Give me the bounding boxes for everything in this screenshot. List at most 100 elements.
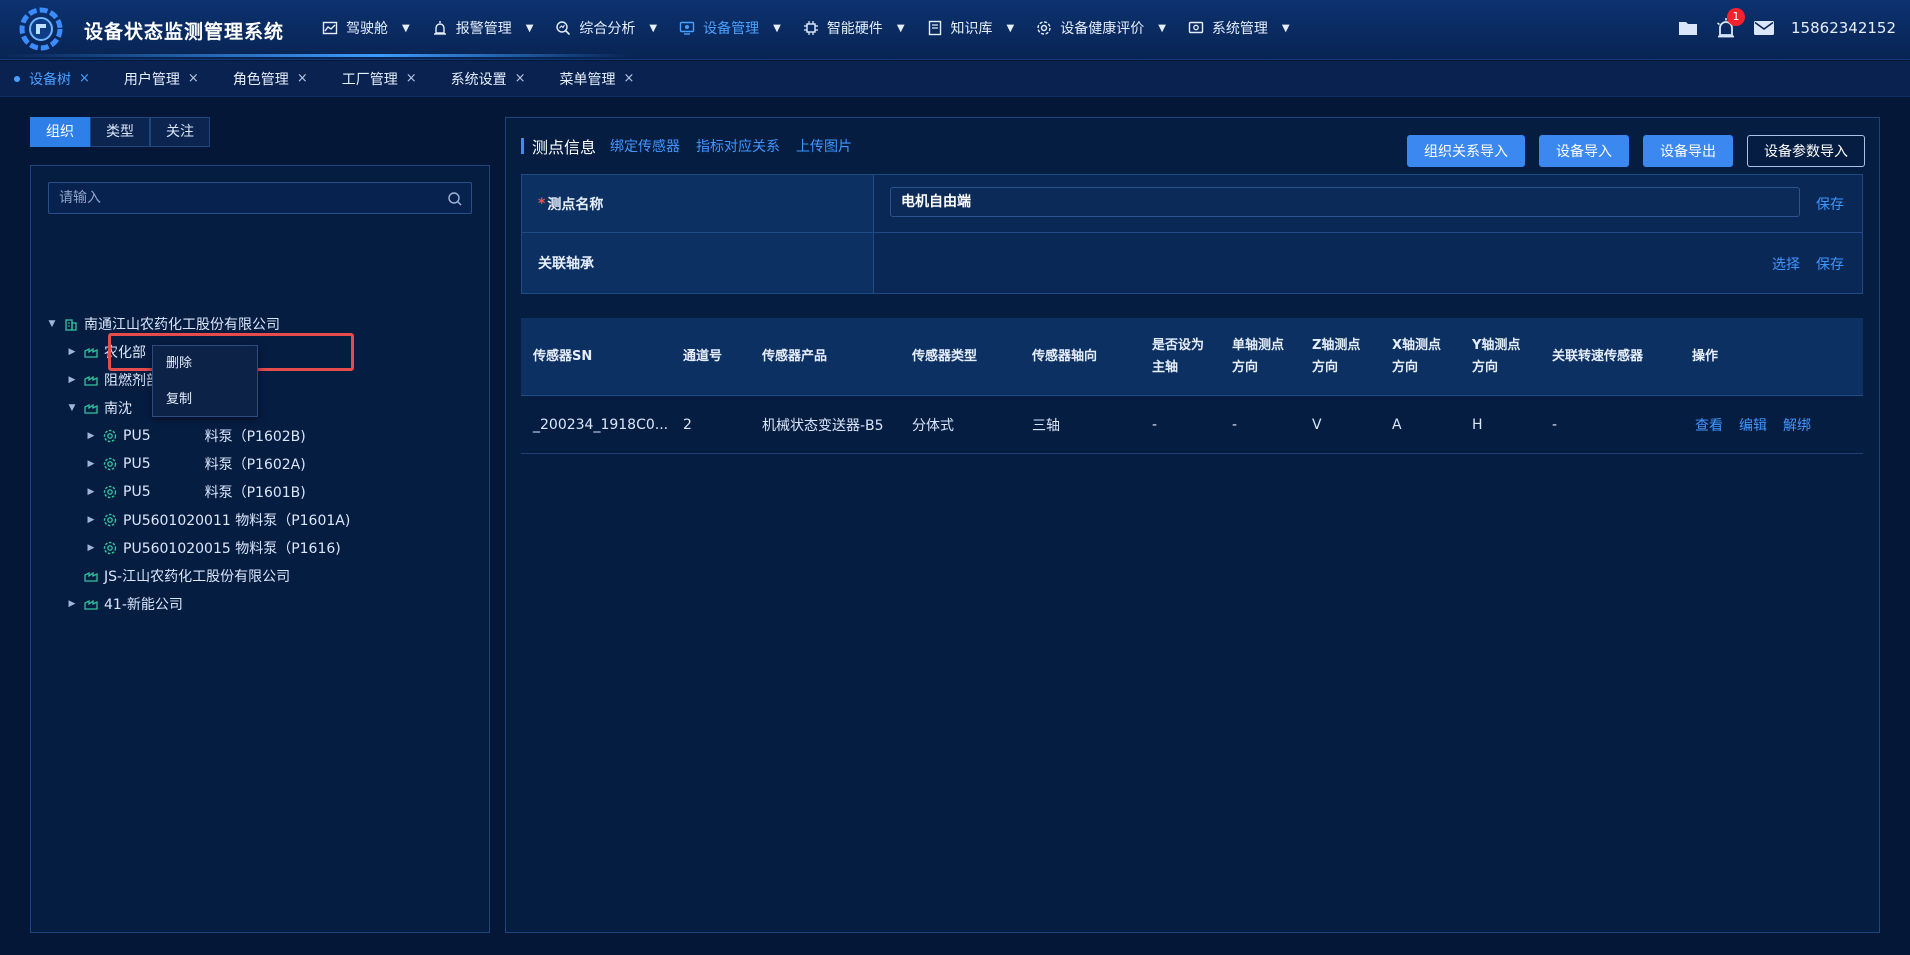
close-icon[interactable]: × bbox=[297, 71, 308, 86]
unbind-button[interactable]: 解绑 bbox=[1783, 415, 1811, 435]
caret-right-icon[interactable]: ▶ bbox=[85, 543, 97, 553]
tree-node-label: PU5601020015 物料泵（P1616) bbox=[123, 541, 341, 557]
nav-item-analysis[interactable]: 综合分析 ▼ bbox=[555, 0, 657, 56]
caret-right-icon[interactable]: ▶ bbox=[85, 431, 97, 441]
close-icon[interactable]: × bbox=[406, 71, 417, 86]
tree-node[interactable]: ▶ PU5601020011 物料泵（P1601A) bbox=[85, 508, 351, 532]
tab-label: 角色管理 bbox=[232, 71, 289, 88]
caret-right-icon[interactable]: ▶ bbox=[66, 375, 78, 385]
tab-bar: 设备树 × 用户管理 × 角色管理 × 工厂管理 × 系统设置 × 菜单管理 × bbox=[0, 61, 1910, 97]
column-header: 关联转速传感器 bbox=[1552, 349, 1644, 364]
nav-item-smart-hardware[interactable]: 智能硬件 ▼ bbox=[803, 0, 905, 56]
factory-icon bbox=[84, 403, 98, 414]
nav-item-alarm[interactable]: 报警管理 ▼ bbox=[432, 0, 534, 56]
mail-icon[interactable] bbox=[1753, 17, 1775, 39]
tree-node[interactable]: ▶ PU5 料泵（P1602A) bbox=[85, 452, 306, 476]
chevron-down-icon: ▼ bbox=[773, 22, 781, 34]
device-gear-icon bbox=[103, 541, 117, 555]
cell-x-axis-dir: A bbox=[1392, 417, 1402, 433]
search-icon[interactable] bbox=[447, 191, 463, 207]
indicator-mapping-link[interactable]: 指标对应关系 bbox=[696, 136, 780, 156]
edit-button[interactable]: 编辑 bbox=[1739, 415, 1767, 435]
folder-icon[interactable] bbox=[1677, 17, 1699, 39]
close-icon[interactable]: × bbox=[515, 71, 526, 86]
column-header: 单轴测点 方向 bbox=[1232, 338, 1285, 375]
tree-search bbox=[48, 182, 472, 214]
select-bearing-button[interactable]: 选择 bbox=[1772, 254, 1800, 274]
caret-right-icon[interactable]: ▶ bbox=[85, 515, 97, 525]
column-header: 传感器轴向 bbox=[1032, 349, 1098, 364]
tab-device-tree[interactable]: 设备树 × bbox=[14, 61, 102, 97]
chevron-down-icon: ▼ bbox=[1281, 22, 1290, 34]
tree-node-selected[interactable]: ▶ PU5 料泵（P1602B) bbox=[85, 424, 306, 448]
nav-item-health-evaluation[interactable]: 设备健康评价 ▼ bbox=[1036, 0, 1166, 56]
tab-system-settings[interactable]: 系统设置 × bbox=[451, 61, 538, 97]
device-gear-icon bbox=[103, 485, 117, 499]
measure-point-name-input[interactable]: 电机自由端 bbox=[890, 187, 1800, 217]
upload-image-link[interactable]: 上传图片 bbox=[796, 136, 852, 156]
chip-icon bbox=[803, 21, 818, 35]
device-gear-icon bbox=[103, 457, 117, 471]
dashboard-icon bbox=[322, 21, 338, 35]
import-org-button[interactable]: 组织关系导入 bbox=[1407, 135, 1525, 167]
user-account[interactable]: 15862342152 bbox=[1791, 19, 1896, 37]
tree-node[interactable]: ▼ 南沈 bbox=[66, 396, 132, 420]
close-icon[interactable]: × bbox=[624, 71, 635, 86]
import-device-button[interactable]: 设备导入 bbox=[1539, 135, 1629, 167]
tree-node[interactable]: ▶ PU5 料泵（P1601B) bbox=[85, 480, 306, 504]
nav-label: 设备管理 bbox=[703, 21, 760, 37]
import-device-params-button[interactable]: 设备参数导入 bbox=[1747, 135, 1865, 167]
measure-point-form: * 测点名称 电机自由端 保存 关联轴承 选择 保存 bbox=[521, 174, 1863, 294]
segment-organization[interactable]: 组织 bbox=[30, 117, 90, 147]
nav-item-device-management[interactable]: 设备管理 ▼ bbox=[679, 0, 781, 56]
tree-node-label: PU5601020011 物料泵（P1601A) bbox=[123, 513, 351, 529]
form-value: 选择 保存 bbox=[874, 233, 1862, 293]
segment-follow[interactable]: 关注 bbox=[150, 117, 210, 147]
tree-node[interactable]: JS-江山农药化工股份有限公司 bbox=[66, 564, 290, 588]
left-panel: 组织 类型 关注 ▼ 南通江山农药化工股份有限公司 ▶ 农化部 ▶ 阻燃剂部 ▼ bbox=[30, 117, 490, 933]
view-button[interactable]: 查看 bbox=[1695, 415, 1723, 435]
cell-sensor-type: 分体式 bbox=[912, 418, 954, 434]
save-name-button[interactable]: 保存 bbox=[1816, 194, 1844, 214]
caret-right-icon[interactable]: ▶ bbox=[66, 599, 78, 609]
table-row[interactable]: _200234_1918C0... 2 机械状态变送器-B5 分体式 三轴 - … bbox=[521, 396, 1863, 454]
tab-menu-management[interactable]: 菜单管理 × bbox=[560, 61, 647, 97]
chevron-down-icon: ▼ bbox=[649, 22, 658, 34]
tree-mode-switch: 组织 类型 关注 bbox=[30, 117, 210, 147]
nav-item-cockpit[interactable]: 驾驶舱 ▼ bbox=[322, 0, 410, 56]
caret-right-icon[interactable]: ▶ bbox=[85, 487, 97, 497]
caret-down-icon[interactable]: ▼ bbox=[66, 403, 78, 413]
context-menu-copy[interactable]: 复制 bbox=[153, 382, 257, 418]
segment-type[interactable]: 类型 bbox=[90, 117, 150, 147]
caret-down-icon[interactable]: ▼ bbox=[46, 319, 58, 329]
close-icon[interactable]: × bbox=[188, 71, 199, 86]
panel-header: 测点信息 绑定传感器 指标对应关系 上传图片 bbox=[521, 133, 868, 159]
tree-node[interactable]: ▶ PU5601020015 物料泵（P1616) bbox=[85, 536, 341, 560]
app-title: 设备状态监测管理系统 bbox=[84, 21, 285, 43]
chevron-down-icon: ▼ bbox=[525, 22, 534, 34]
tree-node[interactable]: ▶ 41-新能公司 bbox=[66, 592, 183, 616]
tab-role-management[interactable]: 角色管理 × bbox=[233, 61, 320, 97]
tab-user-management[interactable]: 用户管理 × bbox=[124, 61, 211, 97]
notification-badge: 1 bbox=[1727, 8, 1746, 26]
close-icon[interactable]: × bbox=[79, 71, 90, 86]
tree-node[interactable]: ▶ 阻燃剂部 bbox=[66, 368, 160, 392]
column-header: 传感器SN bbox=[533, 349, 593, 364]
tree-node-label: 南沈 bbox=[104, 401, 132, 417]
caret-right-icon[interactable]: ▶ bbox=[66, 347, 78, 357]
save-bearing-button[interactable]: 保存 bbox=[1816, 254, 1844, 274]
building-icon bbox=[65, 319, 77, 331]
nav-item-knowledge-base[interactable]: 知识库 ▼ bbox=[927, 0, 1014, 56]
context-menu-delete[interactable]: 删除 bbox=[153, 346, 257, 382]
nav-item-system-management[interactable]: 系统管理 ▼ bbox=[1188, 0, 1290, 56]
bind-sensor-link[interactable]: 绑定传感器 bbox=[610, 136, 680, 156]
search-input[interactable] bbox=[49, 183, 471, 213]
export-device-button[interactable]: 设备导出 bbox=[1643, 135, 1733, 167]
device-gear-icon bbox=[103, 513, 117, 527]
tab-factory-management[interactable]: 工厂管理 × bbox=[342, 61, 429, 97]
caret-right-icon[interactable]: ▶ bbox=[85, 459, 97, 469]
cell-operations: 查看 编辑 解绑 bbox=[1695, 396, 1827, 454]
factory-icon bbox=[84, 347, 98, 358]
notification-button[interactable]: 1 bbox=[1715, 8, 1746, 39]
tree-node-label-prefix: PU5 bbox=[123, 428, 151, 444]
